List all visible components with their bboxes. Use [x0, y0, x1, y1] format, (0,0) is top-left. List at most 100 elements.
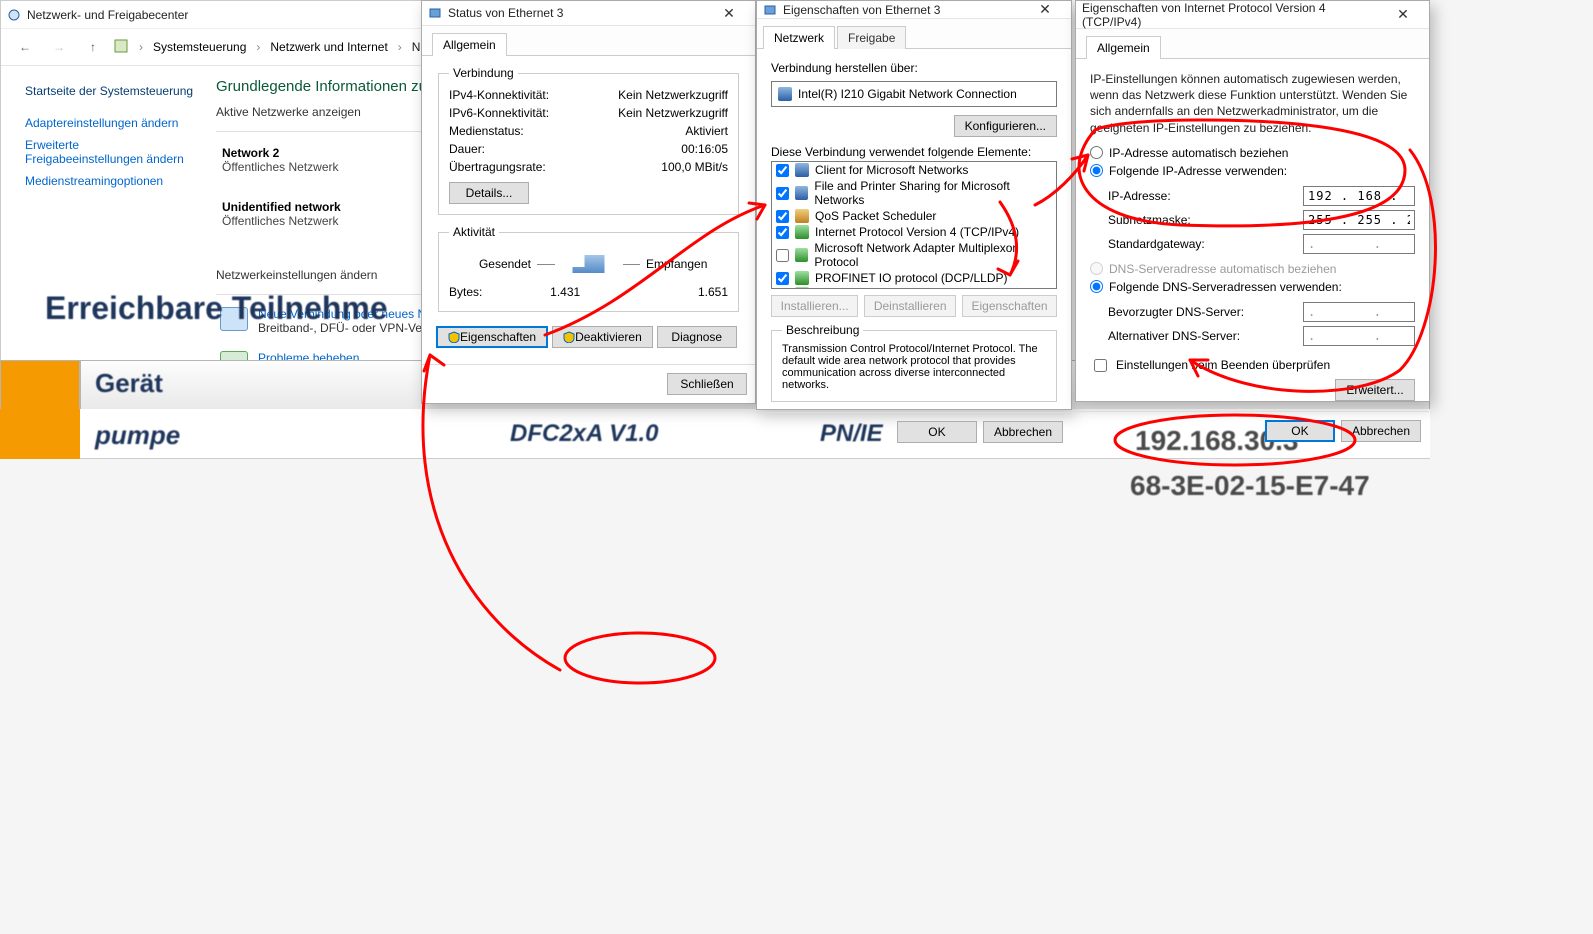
dns1-label: Bevorzugter DNS-Server:	[1108, 305, 1244, 319]
nav-up-button[interactable]: ↑	[79, 35, 107, 59]
component-item[interactable]: Internet Protocol Version 4 (TCP/IPv4)	[772, 224, 1056, 240]
item-properties-button[interactable]: Eigenschaften	[962, 295, 1057, 317]
adapter-name: Intel(R) I210 Gigabit Network Connection	[798, 87, 1017, 101]
uninstall-button[interactable]: Deinstallieren	[864, 295, 956, 317]
component-label: File and Printer Sharing for Microsoft N…	[814, 179, 1052, 207]
titlebar[interactable]: Status von Ethernet 3 ✕	[422, 1, 755, 26]
bytes-sent: 1.431	[482, 285, 648, 299]
radio-static-dns-label: Folgende DNS-Serveradressen verwenden:	[1109, 280, 1342, 294]
titlebar[interactable]: Eigenschaften von Internet Protocol Vers…	[1076, 1, 1429, 29]
nav-back-button[interactable]: ←	[11, 35, 39, 59]
component-checkbox[interactable]	[776, 164, 789, 177]
component-checkbox[interactable]	[776, 226, 789, 239]
radio-static-ip[interactable]: Folgende IP-Adresse verwenden:	[1090, 162, 1415, 180]
properties-button[interactable]: Eigenschaften	[436, 326, 548, 348]
titlebar[interactable]: Eigenschaften von Ethernet 3 ✕	[757, 1, 1071, 19]
control-panel-icon	[113, 38, 129, 57]
bg-device-name: pumpe	[95, 420, 180, 451]
tab-network[interactable]: Netzwerk	[763, 26, 835, 49]
mask-input[interactable]	[1303, 210, 1415, 230]
component-label: PROFINET IO protocol (DCP/LLDP)	[815, 271, 1008, 285]
breadcrumb-1[interactable]: Systemsteuerung	[153, 40, 246, 54]
radio-auto-ip-input[interactable]	[1090, 146, 1103, 159]
validate-checkbox-row[interactable]: Einstellungen beim Beenden überprüfen	[1090, 352, 1415, 379]
window-title: Eigenschaften von Internet Protocol Vers…	[1082, 1, 1383, 29]
components-label: Diese Verbindung verwendet folgende Elem…	[771, 143, 1057, 161]
component-list[interactable]: Client for Microsoft NetworksFile and Pr…	[771, 161, 1057, 289]
ipv6-value: Kein Netzwerkzugriff	[618, 106, 728, 120]
component-item[interactable]: QoS Packet Scheduler	[772, 208, 1056, 224]
component-checkbox[interactable]	[776, 272, 789, 285]
close-button[interactable]: ✕	[709, 5, 749, 22]
tab-strip: Allgemein	[422, 26, 755, 56]
media-value: Aktiviert	[685, 124, 728, 138]
tab-sharing[interactable]: Freigabe	[837, 26, 906, 49]
details-button[interactable]: Details...	[449, 182, 529, 204]
component-item[interactable]: Microsoft Network Adapter Multiplexor Pr…	[772, 240, 1056, 270]
mask-label: Subnetzmaske:	[1108, 213, 1191, 227]
proto-icon	[795, 225, 809, 239]
radio-auto-ip-label: IP-Adresse automatisch beziehen	[1109, 146, 1288, 160]
sidebar-adapter-settings[interactable]: Adaptereinstellungen ändern	[25, 112, 196, 134]
cancel-button[interactable]: Abbrechen	[1341, 420, 1421, 442]
validate-label: Einstellungen beim Beenden überprüfen	[1116, 358, 1330, 372]
bytes-label: Bytes:	[449, 285, 482, 299]
duration-label: Dauer:	[449, 142, 485, 156]
ok-button[interactable]: OK	[1265, 420, 1335, 442]
properties-button-label: Eigenschaften	[460, 330, 536, 344]
radio-auto-dns-input	[1090, 262, 1103, 275]
cancel-button[interactable]: Abbrechen	[983, 421, 1063, 443]
tab-general[interactable]: Allgemein	[1086, 36, 1161, 59]
close-button[interactable]: ✕	[1025, 1, 1065, 18]
nav-forward-button[interactable]: →	[45, 35, 73, 59]
sidebar-media-streaming[interactable]: Medienstreamingoptionen	[25, 170, 196, 192]
close-button[interactable]: ✕	[1383, 6, 1423, 23]
window-title: Status von Ethernet 3	[448, 6, 709, 20]
dns2-label: Alternativer DNS-Server:	[1108, 329, 1240, 343]
component-item[interactable]: File and Printer Sharing for Microsoft N…	[772, 178, 1056, 208]
shield-icon	[448, 331, 460, 343]
radio-auto-ip[interactable]: IP-Adresse automatisch beziehen	[1090, 144, 1415, 162]
sidebar-sharing-settings[interactable]: ErweiterteFreigabeeinstellungen ändern	[25, 134, 196, 170]
gateway-input[interactable]	[1303, 234, 1415, 254]
sidebar-home[interactable]: Startseite der Systemsteuerung	[25, 80, 196, 102]
disable-button[interactable]: Deaktivieren	[552, 326, 653, 348]
received-label: Empfangen	[646, 257, 726, 271]
dns1-input[interactable]	[1303, 302, 1415, 322]
nic-icon	[795, 186, 808, 200]
group-connection-label: Verbindung	[449, 66, 518, 80]
ip-input[interactable]	[1303, 186, 1415, 206]
component-label: QoS Packet Scheduler	[815, 209, 936, 223]
gateway-label: Standardgateway:	[1108, 237, 1205, 251]
connect-using-label: Verbindung herstellen über:	[771, 59, 1057, 77]
close-dialog-button[interactable]: Schließen	[667, 373, 747, 395]
component-checkbox[interactable]	[776, 210, 789, 223]
ok-button[interactable]: OK	[897, 421, 977, 443]
install-button[interactable]: Installieren...	[771, 295, 858, 317]
dns2-input[interactable]	[1303, 326, 1415, 346]
description-group: Beschreibung Transmission Control Protoc…	[771, 323, 1057, 402]
speed-label: Übertragungsrate:	[449, 160, 546, 174]
proto-icon	[795, 271, 809, 285]
intro-text: IP-Einstellungen können automatisch zuge…	[1090, 69, 1415, 144]
tab-general[interactable]: Allgemein	[432, 33, 507, 56]
sent-label: Gesendet	[451, 257, 531, 271]
component-item[interactable]: Client for Microsoft Networks	[772, 162, 1056, 178]
component-checkbox[interactable]	[776, 249, 789, 262]
advanced-button[interactable]: Erweitert...	[1335, 379, 1415, 401]
component-checkbox[interactable]	[776, 187, 789, 200]
bg-firmware: DFC2xA V1.0	[510, 420, 659, 448]
radio-static-dns[interactable]: Folgende DNS-Serveradressen verwenden:	[1090, 278, 1415, 296]
disable-button-label: Deaktivieren	[575, 330, 642, 344]
configure-button[interactable]: Konfigurieren...	[954, 115, 1057, 137]
speed-value: 100,0 MBit/s	[661, 160, 728, 174]
breadcrumb-2[interactable]: Netzwerk und Internet	[270, 40, 387, 54]
radio-static-dns-input[interactable]	[1090, 280, 1103, 293]
ip-label: IP-Adresse:	[1108, 189, 1171, 203]
radio-static-ip-input[interactable]	[1090, 164, 1103, 177]
ethernet-icon	[763, 3, 777, 17]
component-item[interactable]: PROFINET IO protocol (DCP/LLDP)	[772, 270, 1056, 286]
validate-checkbox[interactable]	[1094, 359, 1107, 372]
diagnose-button[interactable]: Diagnose	[657, 326, 737, 348]
description-text: Transmission Control Protocol/Internet P…	[782, 343, 1046, 391]
